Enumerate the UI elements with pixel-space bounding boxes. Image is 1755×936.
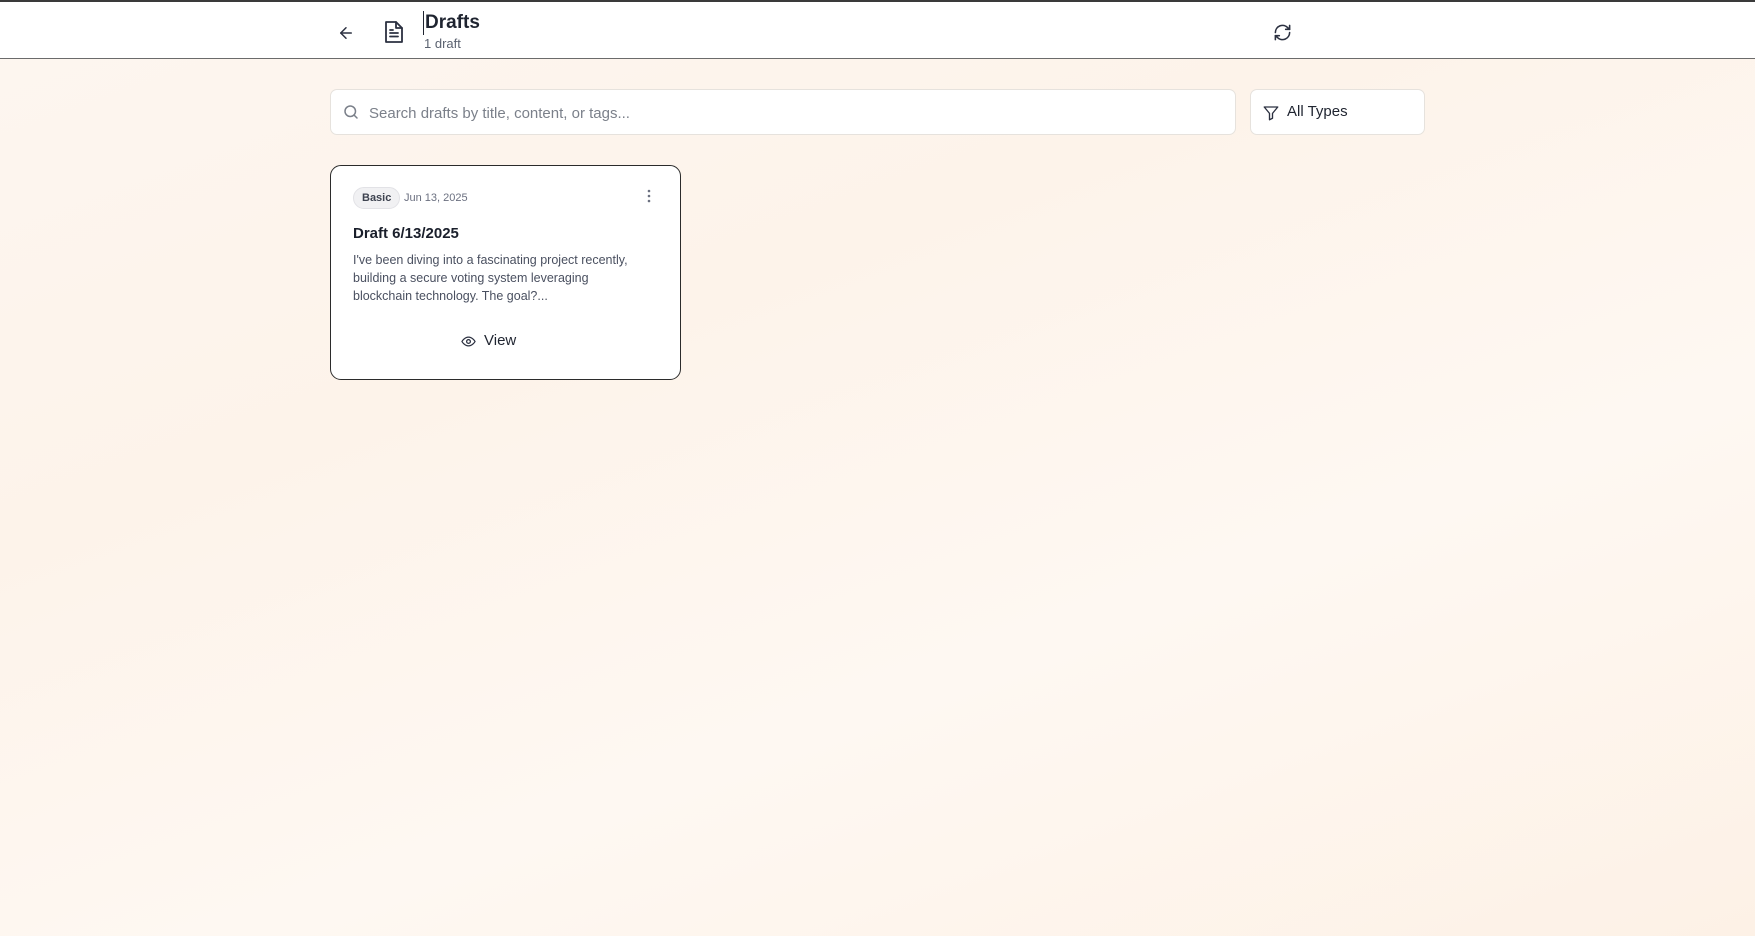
draft-title: Draft 6/13/2025 [353,225,459,242]
view-label: View [484,332,517,349]
eye-icon [461,336,476,346]
arrow-left-icon [340,27,352,39]
document-icon [382,19,406,45]
refresh-button[interactable] [1270,20,1294,44]
draft-excerpt: I've been diving into a fascinating proj… [353,253,628,303]
draft-menu-button[interactable] [642,186,656,206]
back-button[interactable] [333,20,359,46]
page-title: Drafts [423,11,480,35]
refresh-icon [1274,24,1290,40]
more-vertical-icon [647,189,651,203]
draft-count: 1 draft [424,36,461,51]
type-filter-select[interactable]: All Types [1250,89,1425,135]
draft-card[interactable]: Basic Jun 13, 2025 Draft 6/13/2025 I've … [330,165,681,380]
draft-date: Jun 13, 2025 [404,192,468,204]
view-draft-button[interactable]: View [461,329,516,353]
search-icon [344,105,358,119]
filter-icon [1263,106,1279,121]
draft-type-badge: Basic [353,187,401,209]
type-filter-value: All Types [1287,103,1348,120]
top-bar: Drafts 1 draft [0,0,1755,59]
search-box[interactable] [330,89,1236,136]
search-input[interactable] [367,90,1221,136]
